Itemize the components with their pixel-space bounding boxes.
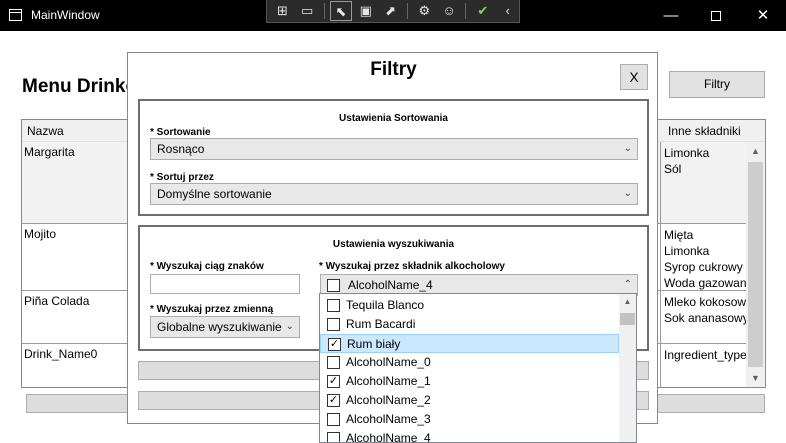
chevron-down-icon: ⌃ xyxy=(623,279,632,290)
toolbar-separator xyxy=(465,3,467,19)
sort-label: * Sortowanie xyxy=(150,127,211,138)
scroll-down-icon[interactable]: ▼ xyxy=(746,373,765,383)
checkbox-icon[interactable] xyxy=(327,413,340,426)
sort-by-label: * Sortuj przez xyxy=(150,172,214,183)
scroll-up-icon[interactable]: ▲ xyxy=(619,297,636,306)
alcohol-combo-value: AlcoholName_4 xyxy=(348,278,433,292)
dialog-title: Filtry xyxy=(370,59,417,80)
checkbox-icon[interactable] xyxy=(327,432,340,442)
toolbar-separator xyxy=(406,3,408,19)
search-text-input[interactable] xyxy=(150,274,300,294)
dropdown-scrollbar[interactable]: ▲ xyxy=(619,294,636,442)
chevron-down-icon: ⌄ xyxy=(285,321,294,332)
checkbox-checked-icon[interactable]: ✓ xyxy=(328,338,341,351)
search-text-label: * Wyszukaj ciąg znaków xyxy=(150,261,264,272)
checkbox-icon[interactable] xyxy=(327,318,340,331)
checkbox-icon[interactable] xyxy=(327,299,340,312)
column-divider xyxy=(660,142,661,223)
sort-order-combo[interactable]: Rosnąco ⌄ xyxy=(150,138,638,160)
dropdown-item[interactable]: AlcoholName_3 xyxy=(320,410,619,429)
drink-ingredients: Limonka Sól xyxy=(664,146,710,176)
sort-settings-group: Ustawienia Sortowania * Sortowanie Rosną… xyxy=(138,99,649,216)
checkbox-checked-icon[interactable]: ✓ xyxy=(327,394,340,407)
collapse-icon[interactable]: ‹ xyxy=(496,1,519,21)
chevron-down-icon: ⌄ xyxy=(623,188,632,199)
dropdown-item[interactable]: ✓ AlcoholName_1 xyxy=(320,372,619,391)
dropdown-item[interactable]: ✓ AlcoholName_2 xyxy=(320,391,619,410)
window-title: MainWindow xyxy=(31,8,100,22)
display-layout-adorners-icon[interactable]: ▭ xyxy=(296,1,319,21)
variable-search-label: * Wyszukaj przez zmienną xyxy=(150,304,274,315)
scrollbar-thumb[interactable] xyxy=(748,162,763,367)
column-divider xyxy=(660,291,661,343)
search-group-title: Ustawienia wyszukiwania xyxy=(332,239,455,250)
grid-vertical-scrollbar[interactable]: ▲ ▼ xyxy=(746,142,765,387)
column-header-name[interactable]: Nazwa xyxy=(27,124,64,138)
select-element-icon[interactable]: ⬉ xyxy=(329,1,353,21)
dropdown-item-label: Rum biały xyxy=(347,337,401,351)
maximize-button[interactable] xyxy=(693,0,739,31)
dropdown-item-label: AlcoholName_0 xyxy=(346,355,431,369)
sort-by-value: Domyślne sortowanie xyxy=(157,187,272,201)
accessibility-icon[interactable]: ☺ xyxy=(438,1,461,21)
dropdown-item-label: AlcoholName_3 xyxy=(346,412,431,426)
drink-name: Piña Colada xyxy=(24,294,90,308)
dropdown-item-label: AlcoholName_2 xyxy=(346,393,431,407)
checkbox-checked-icon[interactable]: ✓ xyxy=(327,375,340,388)
column-divider xyxy=(660,344,661,387)
dropdown-item-label: AlcoholName_4 xyxy=(346,431,431,443)
status-ok-icon[interactable]: ✔ xyxy=(471,1,494,21)
drink-ingredients: Mleko kokosowe Sok ananasowy xyxy=(664,295,746,325)
filter-button[interactable]: Filtry xyxy=(669,71,765,98)
column-divider xyxy=(660,224,661,290)
display-layout-adorners-icon[interactable]: ▣ xyxy=(354,1,377,21)
chevron-down-icon: ⌄ xyxy=(623,143,632,154)
dropdown-item[interactable]: Tequila Blanco xyxy=(320,296,619,315)
dropdown-item[interactable]: AlcoholName_4 xyxy=(320,429,619,443)
minimize-button[interactable]: — xyxy=(648,0,694,31)
drink-name: Margarita xyxy=(24,145,75,159)
drink-ingredients: Ingredient_type xyxy=(664,348,746,362)
dropdown-item[interactable]: Rum Bacardi xyxy=(320,315,619,334)
live-visual-tree-icon[interactable]: ⊞ xyxy=(271,1,294,21)
dialog-close-button[interactable]: X xyxy=(620,64,648,90)
dropdown-item-label: Rum Bacardi xyxy=(346,317,416,331)
drink-ingredients: Mięta Limonka Syrop cukrowy Woda gazowan… xyxy=(664,228,746,290)
app-window-icon xyxy=(9,9,22,21)
alcohol-search-label: * Wyszukaj przez składnik alkocholowy xyxy=(319,261,505,272)
dropdown-item-label: AlcoholName_1 xyxy=(346,374,431,388)
drink-name: Mojito xyxy=(24,227,57,241)
dropdown-item-label: Tequila Blanco xyxy=(346,298,425,312)
maximize-icon xyxy=(711,11,721,22)
variable-search-combo[interactable]: Globalne wyszukiwanie ⌄ xyxy=(150,316,300,338)
dropdown-item[interactable]: AlcoholName_0 xyxy=(320,353,619,372)
hot-reload-icon[interactable]: ⚙ xyxy=(413,1,436,21)
column-header-ingredients[interactable]: Inne składniki xyxy=(668,124,741,138)
drink-name: Drink_Name0 xyxy=(24,347,98,361)
alcohol-dropdown-list[interactable]: Tequila Blanco Rum Bacardi ✓ Rum biały Alcoh… xyxy=(319,293,637,443)
sort-group-title: Ustawienia Sortowania xyxy=(339,113,448,124)
xaml-debug-toolbar: ⊞ ▭ ⬉ ▣ ⬈ ⚙ ☺ ✔ ‹ xyxy=(266,0,520,23)
checkbox-icon[interactable] xyxy=(327,356,340,369)
scrollbar-thumb[interactable] xyxy=(620,313,635,325)
track-focus-icon[interactable]: ⬈ xyxy=(379,1,402,21)
close-window-button[interactable]: ✕ xyxy=(740,0,786,31)
toolbar-separator xyxy=(323,3,325,19)
sort-order-value: Rosnąco xyxy=(157,142,205,156)
scroll-up-icon[interactable]: ▲ xyxy=(746,146,765,156)
checkbox-icon xyxy=(327,279,340,292)
dropdown-item[interactable]: ✓ Rum biały xyxy=(320,334,619,353)
sort-by-combo[interactable]: Domyślne sortowanie ⌄ xyxy=(150,183,638,205)
variable-combo-value: Globalne wyszukiwanie xyxy=(157,320,282,334)
